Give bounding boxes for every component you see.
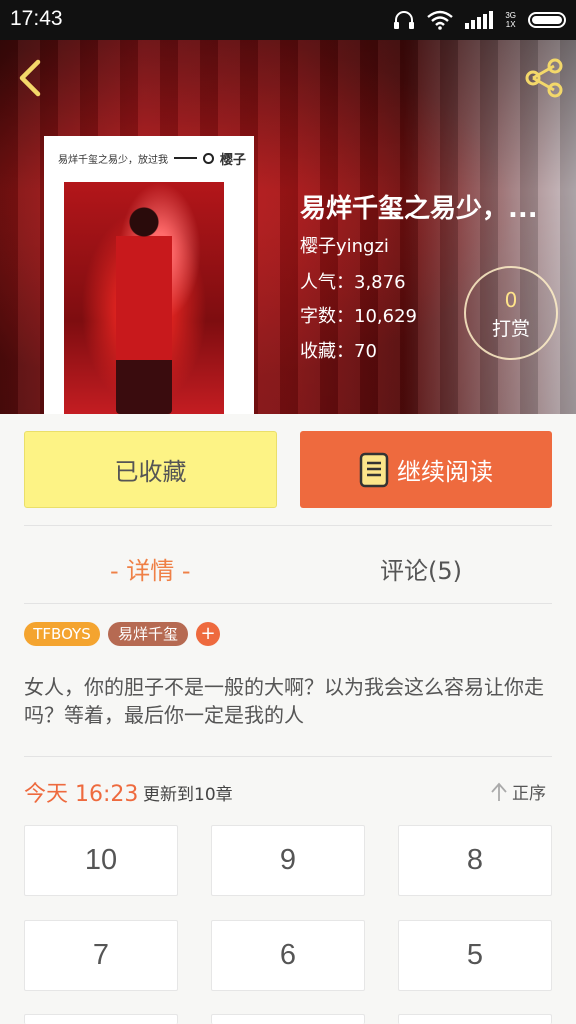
- chapter-button[interactable]: 8: [398, 825, 552, 896]
- chapter-button[interactable]: 9: [211, 825, 365, 896]
- arrow-up-icon: [491, 782, 507, 801]
- book-header: 易烊千玺之易少，放过我 樱子 易烊千玺之易少，... 樱子yingzi 人气：3…: [0, 40, 576, 414]
- share-button[interactable]: [522, 56, 566, 100]
- cover-text: 易烊千玺之易少，放过我: [58, 154, 168, 166]
- book-author[interactable]: 樱子yingzi: [300, 232, 389, 258]
- tip-count: 0: [504, 288, 518, 312]
- book-icon: [359, 452, 389, 487]
- divider: [24, 756, 552, 757]
- network-type: 3G 1X: [505, 11, 516, 29]
- collected-button[interactable]: 已收藏: [24, 431, 277, 508]
- continue-reading-button[interactable]: 继续阅读: [300, 431, 552, 508]
- book-synopsis: 女人，你的胆子不是一般的大啊？以为我会这么容易让你走吗？等着，最后你一定是我的人: [24, 675, 544, 727]
- book-popularity: 人气：3,876: [300, 272, 406, 293]
- book-title: 易烊千玺之易少，...: [300, 194, 538, 224]
- tag-tfboys[interactable]: TFBOYS: [24, 622, 100, 646]
- divider: [24, 525, 552, 526]
- status-icons: 3G 1X: [393, 8, 566, 32]
- update-time: 今天 16:23: [24, 782, 139, 807]
- chapter-button[interactable]: 5: [398, 920, 552, 991]
- battery-icon: [528, 12, 566, 28]
- tag-yiyang-qianxi[interactable]: 易烊千玺: [108, 622, 188, 646]
- tab-details[interactable]: - 详情 -: [110, 551, 191, 586]
- sort-order-label: 正序: [512, 784, 546, 804]
- status-bar: 17:43 3G 1X: [0, 0, 576, 40]
- divider: [24, 603, 552, 604]
- book-word-count: 字数：10,629: [300, 306, 417, 327]
- chapter-button[interactable]: 7: [24, 920, 178, 991]
- wifi-icon: [427, 10, 454, 30]
- cover-photo: [64, 182, 224, 414]
- headphones-icon: [394, 11, 415, 29]
- back-button[interactable]: [12, 58, 48, 98]
- sort-order-button[interactable]: 正序: [490, 779, 546, 804]
- cover-figure: [116, 200, 172, 414]
- chapter-button-partial[interactable]: [211, 1014, 365, 1024]
- book-cover[interactable]: 易烊千玺之易少，放过我 樱子: [44, 136, 254, 414]
- collected-label: 已收藏: [114, 458, 187, 486]
- cover-author: 樱子: [219, 152, 246, 168]
- continue-reading-label: 继续阅读: [397, 458, 493, 486]
- chapter-button[interactable]: 6: [211, 920, 365, 991]
- tab-comments[interactable]: 评论(5): [380, 551, 462, 586]
- tip-label: 打赏: [491, 318, 530, 340]
- cover-caption: 易烊千玺之易少，放过我 樱子: [58, 148, 246, 168]
- signal-icon: [465, 11, 494, 29]
- status-time: 17:43: [10, 7, 63, 30]
- book-favorites: 收藏：70: [300, 341, 377, 362]
- add-tag-button[interactable]: +: [196, 622, 220, 646]
- tip-button[interactable]: 0 打赏: [464, 266, 558, 360]
- update-status: 更新到10章: [143, 785, 233, 805]
- chapter-button-partial[interactable]: [24, 1014, 178, 1024]
- chapter-button[interactable]: 10: [24, 825, 178, 896]
- chapter-button-partial[interactable]: [398, 1014, 552, 1024]
